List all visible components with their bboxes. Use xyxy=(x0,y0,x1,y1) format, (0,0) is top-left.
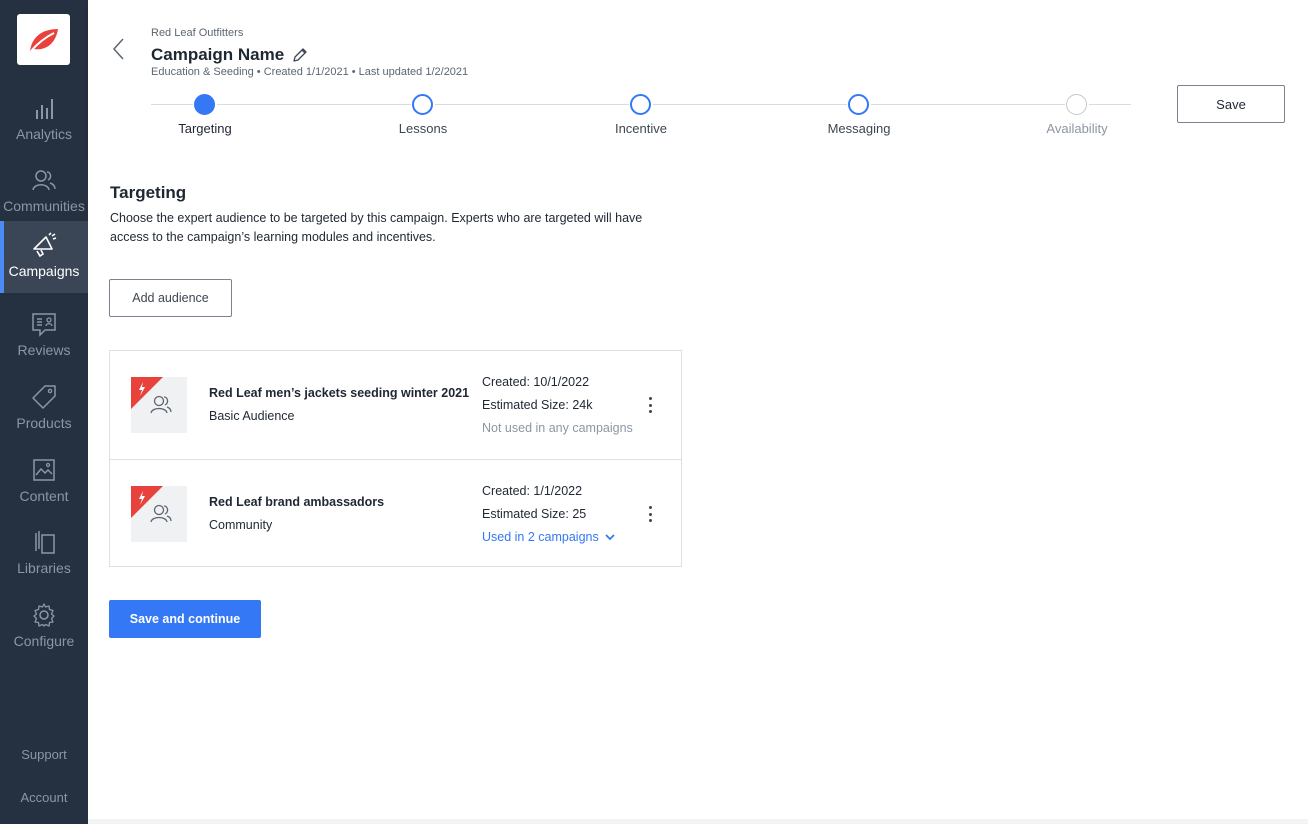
sidebar-item-analytics[interactable]: Analytics xyxy=(0,84,88,156)
main-content: Targeting Choose the expert audience to … xyxy=(88,159,1308,819)
audience-size: Estimated Size: 24k xyxy=(482,398,593,412)
sidebar-item-configure[interactable]: Configure xyxy=(0,591,88,663)
step-targeting-label[interactable]: Targeting xyxy=(135,121,275,136)
stepper-line xyxy=(1089,104,1131,105)
people-icon xyxy=(32,170,56,191)
step-messaging-indicator[interactable] xyxy=(848,94,869,115)
audience-created: Created: 1/1/2022 xyxy=(482,484,583,498)
save-and-continue-button[interactable]: Save and continue xyxy=(109,600,261,638)
sidebar-item-label: Communities xyxy=(3,198,85,214)
sidebar-item-label: Products xyxy=(16,415,72,431)
chevron-left-icon xyxy=(112,38,124,60)
campaign-meta: Education & Seeding • Created 1/1/2021 •… xyxy=(151,66,469,78)
sidebar-item-libraries[interactable]: Libraries xyxy=(0,518,88,590)
audience-name: Red Leaf men’s jackets seeding winter 20… xyxy=(209,386,470,400)
step-targeting-indicator[interactable] xyxy=(194,94,215,115)
audience-created: Created: 10/1/2022 xyxy=(482,375,590,389)
kebab-dot xyxy=(648,397,652,400)
sidebar-item-label: Analytics xyxy=(15,126,73,142)
chevron-down-icon xyxy=(605,534,615,541)
stepper-line xyxy=(217,104,411,105)
sidebar: Analytics Communities Campaigns Reviews … xyxy=(0,0,88,824)
sidebar-item-label: Reviews xyxy=(17,342,71,358)
kebab-dot xyxy=(648,506,652,509)
kebab-dot xyxy=(648,410,652,413)
kebab-dot xyxy=(648,512,652,516)
kebab-dot xyxy=(648,403,652,407)
step-messaging-label[interactable]: Messaging xyxy=(789,121,929,136)
sidebar-item-label: Content xyxy=(19,488,69,504)
audience-row: Red Leaf brand ambassadors Community Cre… xyxy=(110,459,681,567)
image-icon xyxy=(33,459,55,481)
sidebar-item-products[interactable]: Products xyxy=(0,373,88,445)
section-title: Targeting xyxy=(110,183,187,202)
sidebar-item-label: Campaigns xyxy=(8,263,80,279)
add-audience-button[interactable]: Add audience xyxy=(109,279,232,317)
step-lessons-indicator[interactable] xyxy=(412,94,433,115)
audience-name: Red Leaf brand ambassadors xyxy=(209,495,385,509)
megaphone-icon xyxy=(33,232,57,258)
pencil-icon xyxy=(293,48,307,62)
sidebar-item-label: Libraries xyxy=(17,560,71,576)
audience-group-icon xyxy=(131,486,172,523)
audience-menu-button[interactable] xyxy=(642,504,658,524)
kebab-dot xyxy=(648,519,652,522)
audience-row: Red Leaf men’s jackets seeding winter 20… xyxy=(110,351,681,459)
save-button[interactable]: Save xyxy=(1177,85,1285,123)
audience-size: Estimated Size: 25 xyxy=(482,507,587,521)
audience-usage: Not used in any campaigns xyxy=(482,421,633,435)
back-button[interactable] xyxy=(110,36,128,62)
company-name: Red Leaf Outfitters xyxy=(151,27,244,39)
audience-type: Basic Audience xyxy=(209,409,295,423)
stepper-line xyxy=(151,104,193,105)
leaf-logo-icon xyxy=(29,28,58,52)
section-description: Choose the expert audience to be targete… xyxy=(110,211,643,244)
tag-icon xyxy=(32,385,56,409)
audience-group-icon xyxy=(131,377,172,414)
audience-type: Community xyxy=(209,518,273,532)
campaign-name: Campaign Name xyxy=(151,45,285,64)
edit-name-button[interactable] xyxy=(292,47,308,63)
sidebar-item-reviews[interactable]: Reviews xyxy=(0,300,88,372)
library-icon xyxy=(35,531,55,554)
account-link[interactable]: Account xyxy=(0,790,88,805)
audience-menu-button[interactable] xyxy=(642,395,658,415)
audience-thumbnail xyxy=(131,377,187,433)
sidebar-item-campaigns[interactable]: Campaigns xyxy=(0,221,88,293)
audience-usage: Used in 2 campaigns xyxy=(482,530,599,544)
gear-icon xyxy=(33,603,55,627)
step-availability-indicator xyxy=(1066,94,1087,115)
step-incentive-label[interactable]: Incentive xyxy=(571,121,711,136)
brand-logo[interactable] xyxy=(17,14,70,65)
step-lessons-label[interactable]: Lessons xyxy=(353,121,493,136)
step-incentive-indicator[interactable] xyxy=(630,94,651,115)
campaign-header: Red Leaf Outfitters Campaign Name Educat… xyxy=(88,0,1308,159)
bar-chart-icon xyxy=(36,99,53,119)
sidebar-item-label: Configure xyxy=(13,633,75,649)
audience-thumbnail xyxy=(131,486,187,542)
sidebar-item-communities[interactable]: Communities xyxy=(0,156,88,228)
stepper-line xyxy=(653,104,847,105)
audience-list: Red Leaf men’s jackets seeding winter 20… xyxy=(109,350,682,567)
step-availability-label: Availability xyxy=(1046,121,1108,136)
stepper-line xyxy=(871,104,1065,105)
support-link[interactable]: Support xyxy=(0,747,88,762)
sidebar-item-content[interactable]: Content xyxy=(0,446,88,518)
stepper-line xyxy=(435,104,629,105)
review-icon xyxy=(32,313,56,337)
page-title: Campaign Name xyxy=(151,45,308,65)
audience-usage-toggle[interactable]: Used in 2 campaigns xyxy=(482,530,615,544)
